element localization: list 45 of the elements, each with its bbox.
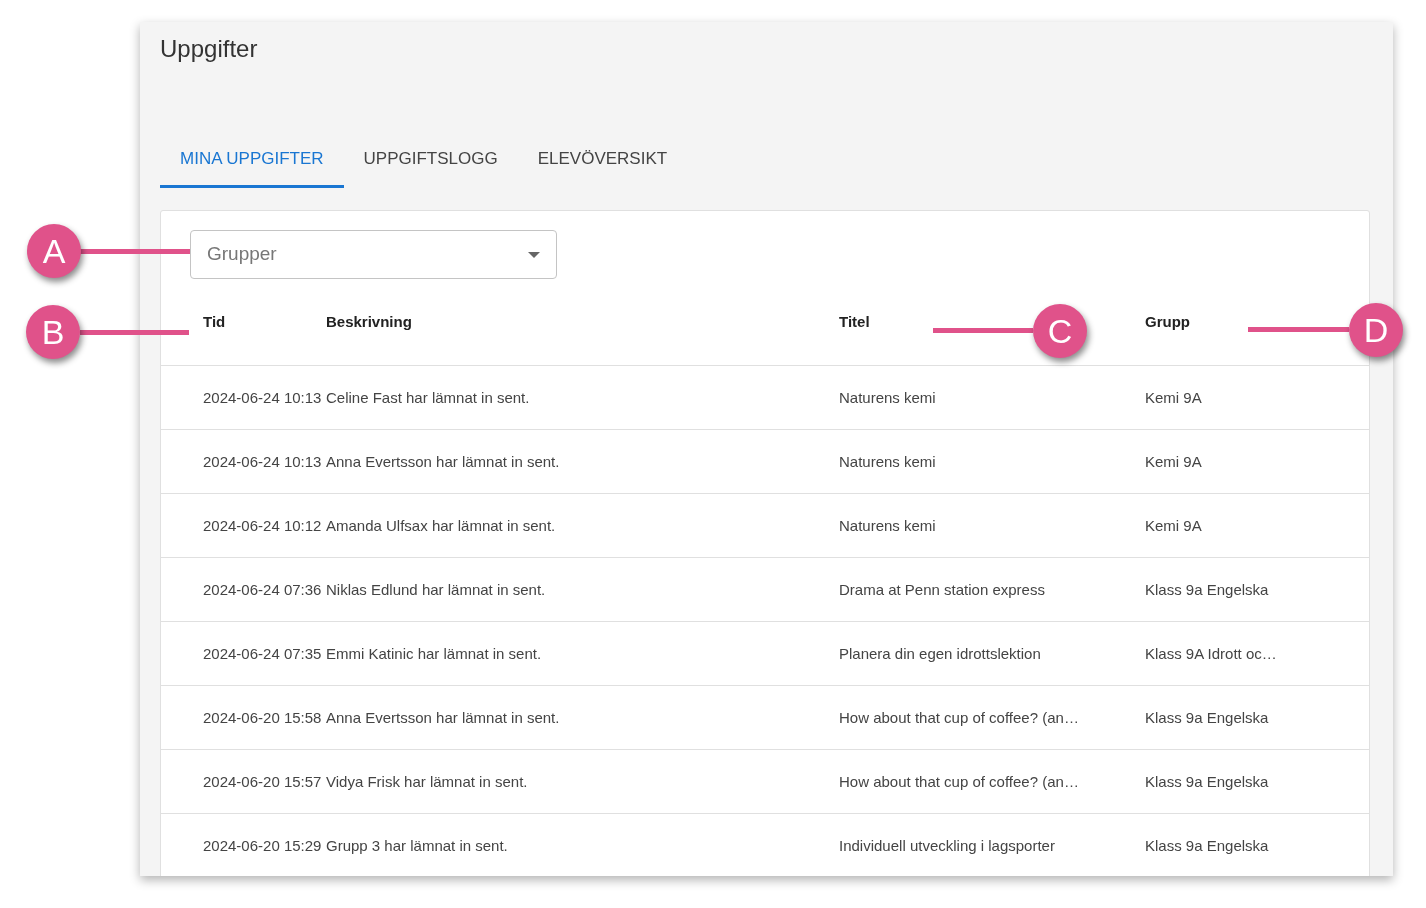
select-placeholder: Grupper: [207, 242, 277, 267]
table-cell: Emmi Katinic har lämnat in sent.: [326, 644, 542, 662]
column-header: Titel: [839, 313, 870, 330]
table-cell: Anna Evertsson har lämnat in sent.: [326, 452, 560, 470]
table-cell: Celine Fast har lämnat in sent.: [326, 388, 530, 406]
table-cell: Klass 9a Engelska: [1145, 580, 1269, 598]
table-cell: Planera din egen idrottslektion: [839, 644, 1041, 662]
group-select[interactable]: Grupper: [190, 230, 557, 279]
table-cell: Kemi 9A: [1145, 516, 1202, 534]
table-cell: Grupp 3 har lämnat in sent.: [326, 836, 508, 854]
callout-marker: A: [27, 224, 81, 278]
table-cell: Kemi 9A: [1145, 452, 1202, 470]
page-title: Uppgifter: [160, 34, 258, 64]
table-cell: Vidya Frisk har lämnat in sent.: [326, 772, 528, 790]
table-cell: 2024-06-20 15:58: [203, 708, 322, 726]
table-cell: How about that cup of coffee? (an…: [839, 772, 1079, 790]
column-header: Beskrivning: [326, 313, 412, 330]
column-header: Grupp: [1145, 313, 1190, 330]
tab[interactable]: ELEVÖVERSIKT: [517, 132, 688, 188]
table-cell: Individuell utveckling i lagsporter: [839, 836, 1055, 854]
table-cell: Naturens kemi: [839, 516, 936, 534]
table-cell: 2024-06-24 10:12: [203, 516, 322, 534]
table-cell: Klass 9a Engelska: [1145, 836, 1269, 854]
table-cell: Naturens kemi: [839, 452, 936, 470]
tab[interactable]: UPPGIFTSLOGG: [343, 132, 518, 188]
column-header: Tid: [203, 313, 226, 330]
table-cell: Amanda Ulfsax har lämnat in sent.: [326, 516, 556, 534]
table-cell: 2024-06-24 07:35: [203, 644, 322, 662]
table-cell: 2024-06-24 07:36: [203, 580, 322, 598]
table-cell: 2024-06-24 10:13: [203, 388, 322, 406]
table-cell: 2024-06-20 15:29: [203, 836, 322, 854]
table-cell: Kemi 9A: [1145, 388, 1202, 406]
tab[interactable]: MINA UPPGIFTER: [160, 132, 344, 188]
table-cell: 2024-06-24 10:13: [203, 452, 322, 470]
callout-marker: B: [26, 305, 80, 359]
table-cell: Anna Evertsson har lämnat in sent.: [326, 708, 560, 726]
table-cell: Klass 9a Engelska: [1145, 708, 1269, 726]
table-cell: Drama at Penn station express: [839, 580, 1045, 598]
dropdown-caret-icon: [528, 251, 540, 258]
table-cell: 2024-06-20 15:57: [203, 772, 322, 790]
table-cell: Klass 9a Engelska: [1145, 772, 1269, 790]
table-cell: Klass 9A Idrott oc…: [1145, 644, 1277, 662]
table-cell: How about that cup of coffee? (an…: [839, 708, 1079, 726]
table-cell: Niklas Edlund har lämnat in sent.: [326, 580, 546, 598]
table-cell: Naturens kemi: [839, 388, 936, 406]
